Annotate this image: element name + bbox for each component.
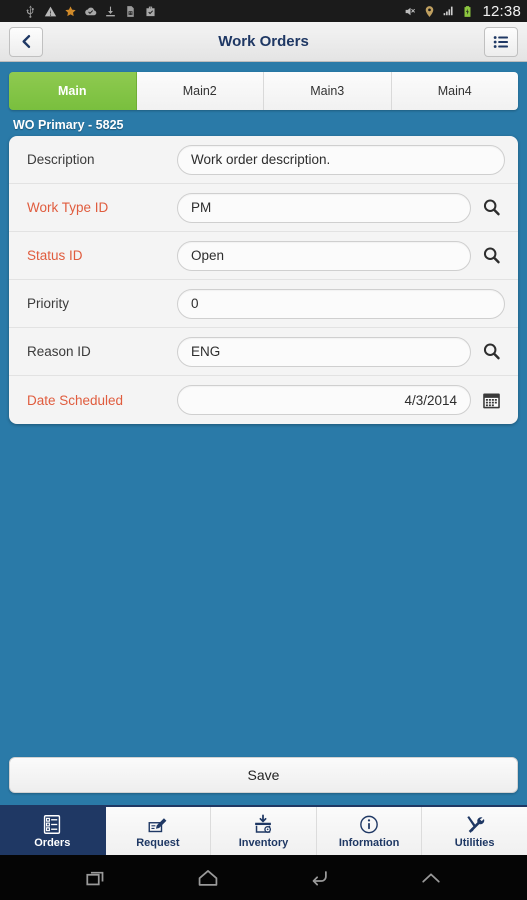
mute-icon xyxy=(406,7,416,15)
list-menu-icon xyxy=(493,35,508,48)
work-order-form: Description Work order description. Work… xyxy=(9,136,518,424)
nav-item-inventory[interactable]: Inventory xyxy=(211,807,317,855)
box-gear-icon xyxy=(255,813,272,833)
edit-form-icon xyxy=(148,817,167,832)
usb-icon xyxy=(26,5,34,18)
form-row-priority: Priority 0 xyxy=(9,280,518,328)
main-content: Main Main2 Main3 Main4 WO Primary - 5825… xyxy=(0,62,527,805)
tab-main[interactable]: Main xyxy=(9,72,137,110)
form-row-reason-id: Reason ID ENG xyxy=(9,328,518,376)
nav-label-utilities: Utilities xyxy=(454,836,495,849)
tab-label: Main2 xyxy=(182,84,217,98)
tab-label: Main xyxy=(58,84,87,98)
search-icon xyxy=(483,199,500,216)
back-icon xyxy=(313,870,328,885)
calendar-icon xyxy=(482,393,500,408)
work-type-id-input[interactable]: PM xyxy=(177,192,471,223)
nav-label-inventory: Inventory xyxy=(238,836,289,849)
tab-main2[interactable]: Main2 xyxy=(136,72,264,110)
tab-bar: Main Main2 Main3 Main4 xyxy=(9,72,518,110)
cloud-check-icon xyxy=(85,7,97,15)
tab-label: Main3 xyxy=(310,84,345,98)
field-label-description: Description xyxy=(27,152,95,167)
star-icon xyxy=(65,5,76,16)
status-id-input[interactable]: Open xyxy=(177,240,471,271)
date-picker-button[interactable] xyxy=(474,383,508,417)
nav-item-utilities[interactable]: Utilities xyxy=(422,807,527,855)
back-button-system[interactable] xyxy=(292,862,346,894)
briefcase-check-icon xyxy=(146,6,155,16)
info-circle-icon xyxy=(360,815,378,833)
home-button[interactable] xyxy=(181,862,235,894)
status-bar-left-icons xyxy=(24,5,157,18)
field-label-date-scheduled: Date Scheduled xyxy=(27,392,124,408)
reason-id-input[interactable]: ENG xyxy=(177,336,471,367)
nav-label-request: Request xyxy=(136,836,180,849)
save-button[interactable]: Save xyxy=(9,757,518,793)
work-type-id-lookup-button[interactable] xyxy=(474,191,508,225)
search-icon xyxy=(483,343,500,360)
form-row-work-type-id: Work Type ID PM xyxy=(9,184,518,232)
tab-main4[interactable]: Main4 xyxy=(391,72,518,110)
form-row-description: Description Work order description. xyxy=(9,136,518,184)
status-bar-right-icons: 12:38 xyxy=(404,4,521,19)
nav-item-information[interactable]: Information xyxy=(317,807,423,855)
recents-icon xyxy=(86,871,104,885)
home-icon xyxy=(198,869,217,886)
field-label-reason-id: Reason ID xyxy=(27,344,91,359)
back-button[interactable] xyxy=(9,26,43,57)
signal-icon xyxy=(444,6,454,15)
search-icon xyxy=(483,247,500,264)
download-icon xyxy=(106,6,115,16)
status-id-lookup-button[interactable] xyxy=(474,239,508,273)
form-row-status-id: Status ID Open xyxy=(9,232,518,280)
status-bar-clock: 12:38 xyxy=(482,2,521,20)
reason-id-lookup-button[interactable] xyxy=(474,335,508,369)
android-status-bar: 12:38 xyxy=(0,0,527,22)
chevron-left-icon xyxy=(21,34,30,49)
checklist-icon xyxy=(44,814,61,834)
gps-icon xyxy=(426,5,434,17)
description-input[interactable]: Work order description. xyxy=(177,144,505,175)
tools-icon xyxy=(466,815,484,833)
tab-label: Main4 xyxy=(437,84,472,98)
section-header: WO Primary - 5825 xyxy=(13,118,124,132)
sim-card-icon xyxy=(127,5,134,17)
priority-input[interactable]: 0 xyxy=(177,288,505,319)
menu-button[interactable] xyxy=(484,26,518,57)
nav-item-orders[interactable]: Orders xyxy=(0,807,106,855)
chevron-up-icon xyxy=(422,872,440,883)
save-button-label: Save xyxy=(247,767,280,783)
bottom-navigation-bar: Orders Request Inventory Information Uti… xyxy=(0,805,527,855)
app-title-bar: Work Orders xyxy=(0,22,527,62)
field-label-work-type-id: Work Type ID xyxy=(27,200,109,215)
nav-label-information: Information xyxy=(338,836,400,849)
android-system-nav-bar xyxy=(0,855,527,900)
battery-charging-icon xyxy=(464,5,471,17)
form-row-date-scheduled: Date Scheduled 4/3/2014 xyxy=(9,376,518,424)
field-label-status-id: Status ID xyxy=(27,248,83,263)
field-label-priority: Priority xyxy=(27,296,70,311)
expand-up-button[interactable] xyxy=(404,862,458,894)
warning-icon xyxy=(44,6,57,16)
tab-main3[interactable]: Main3 xyxy=(264,72,392,110)
page-title: Work Orders xyxy=(218,33,309,50)
recents-button[interactable] xyxy=(69,862,123,894)
nav-label-orders: Orders xyxy=(34,836,71,849)
nav-item-request[interactable]: Request xyxy=(106,807,212,855)
date-scheduled-input[interactable]: 4/3/2014 xyxy=(177,385,471,415)
